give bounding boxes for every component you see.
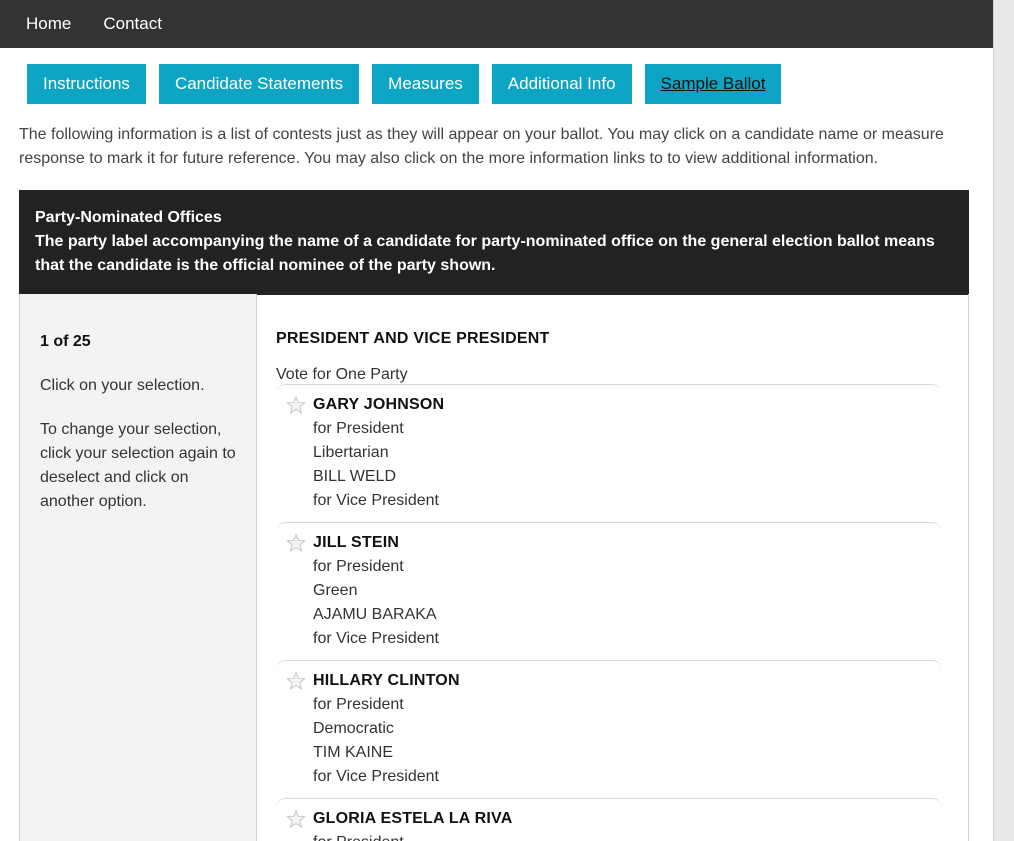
tab-candidate-statements[interactable]: Candidate Statements	[158, 64, 360, 104]
star-icon	[286, 809, 306, 828]
section-tabs: Instructions Candidate Statements Measur…	[27, 64, 794, 104]
candidate-role: for President	[313, 558, 404, 575]
candidate-party: Libertarian	[313, 444, 389, 461]
contest-counter: 1 of 25	[40, 333, 91, 350]
star-icon	[286, 533, 306, 552]
candidate-name: JILL STEIN	[313, 534, 400, 551]
candidate-role: for President	[313, 831, 942, 841]
candidate-role: for President	[313, 420, 404, 437]
contest-title: PRESIDENT AND VICE PRESIDENT	[276, 330, 550, 347]
candidate-party: Democratic	[313, 720, 394, 737]
nav-contact-link[interactable]: Contact	[103, 14, 162, 34]
candidate-name: GARY JOHNSON	[313, 396, 445, 413]
candidate-name: GLORIA ESTELA LA RIVA	[313, 810, 513, 827]
contest-main: PRESIDENT AND VICE PRESIDENT Vote for On…	[257, 294, 968, 841]
top-navigation: Home Contact	[0, 0, 993, 48]
tab-additional-info[interactable]: Additional Info	[491, 64, 632, 104]
candidate-option[interactable]: GARY JOHNSON for President Libertarian B…	[276, 384, 942, 522]
instructions-sidebar: 1 of 25 Click on your selection. To chan…	[20, 294, 257, 841]
window-edge	[993, 0, 1014, 841]
running-mate-name: AJAMU BARAKA	[313, 606, 437, 623]
banner-title: Party-Nominated Offices	[35, 209, 222, 226]
instruction-select: Click on your selection.	[40, 377, 205, 394]
intro-text: The following information is a list of c…	[19, 126, 944, 167]
tab-measures[interactable]: Measures	[372, 64, 479, 104]
tab-instructions[interactable]: Instructions	[27, 64, 146, 104]
candidate-party: Green	[313, 582, 358, 599]
nav-home-link[interactable]: Home	[26, 14, 71, 34]
running-mate-name: TIM KAINE	[313, 744, 394, 761]
candidate-role: for President	[313, 696, 404, 713]
candidate-name: HILLARY CLINTON	[313, 672, 460, 689]
page: Home Contact Instructions Candidate Stat…	[0, 0, 1014, 841]
banner-text: The party label accompanying the name of…	[35, 233, 935, 274]
running-mate-role: for Vice President	[313, 768, 439, 785]
section-banner: Party-Nominated Offices The party label …	[19, 190, 969, 295]
running-mate-role: for Vice President	[313, 630, 439, 647]
candidate-option[interactable]: JILL STEIN for President Green AJAMU BAR…	[276, 522, 942, 660]
star-icon	[286, 395, 306, 414]
tab-sample-ballot[interactable]: Sample Ballot	[644, 64, 782, 104]
candidate-option[interactable]: GLORIA ESTELA LA RIVA for President	[276, 798, 942, 841]
instruction-change: To change your selection, click your sel…	[40, 421, 236, 510]
vote-for-instruction: Vote for One Party	[276, 366, 408, 383]
star-icon	[286, 671, 306, 690]
candidate-option[interactable]: HILLARY CLINTON for President Democratic…	[276, 660, 942, 798]
contest-panel: 1 of 25 Click on your selection. To chan…	[19, 294, 969, 841]
running-mate-role: for Vice President	[313, 492, 439, 509]
running-mate-name: BILL WELD	[313, 468, 396, 485]
